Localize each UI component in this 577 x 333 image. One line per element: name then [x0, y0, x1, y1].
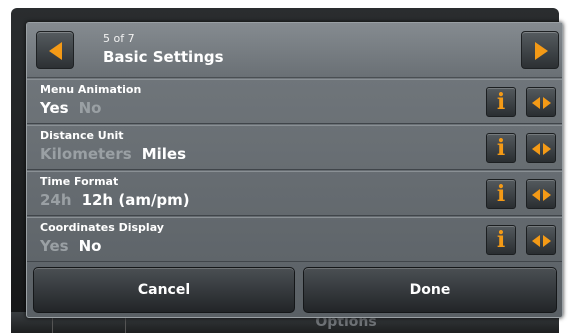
setting-label: Time Format: [40, 175, 119, 188]
setting-values: Yes No: [40, 237, 111, 255]
info-button[interactable]: i: [486, 179, 516, 209]
toggle-button[interactable]: [526, 133, 556, 163]
device-screen: Options 5 of 7 Basic Settings Menu Anima…: [0, 0, 577, 333]
setting-row-coordinates-display[interactable]: Coordinates Display Yes No i: [27, 217, 562, 262]
toggle-right-icon: [543, 235, 551, 247]
done-button[interactable]: Done: [303, 267, 557, 313]
chevron-right-icon: [535, 42, 548, 60]
option-no[interactable]: No: [79, 99, 102, 117]
info-button[interactable]: i: [486, 133, 516, 163]
setting-row-time-format[interactable]: Time Format 24h 12h (am/pm) i: [27, 171, 562, 216]
option-24h[interactable]: 24h: [40, 191, 72, 209]
cancel-button[interactable]: Cancel: [33, 267, 295, 313]
toggle-right-icon: [543, 189, 551, 201]
setting-row-menu-animation[interactable]: Menu Animation Yes No i: [27, 79, 562, 124]
previous-page-button[interactable]: [36, 31, 74, 69]
info-icon: i: [496, 89, 506, 115]
chevron-left-icon: [49, 42, 62, 60]
option-kilometers[interactable]: Kilometers: [40, 145, 132, 163]
toggle-left-icon: [532, 97, 540, 109]
next-page-button[interactable]: [521, 31, 559, 69]
setting-values: Kilometers Miles: [40, 145, 196, 163]
dialog-header: 5 of 7 Basic Settings: [27, 23, 562, 78]
option-yes-selected[interactable]: Yes: [40, 99, 69, 117]
option-12h-selected[interactable]: 12h (am/pm): [82, 191, 190, 209]
setting-values: Yes No: [40, 99, 111, 117]
toggle-right-icon: [543, 97, 551, 109]
page-title: Basic Settings: [103, 48, 224, 66]
option-no-selected[interactable]: No: [79, 237, 102, 255]
setting-values: 24h 12h (am/pm): [40, 191, 200, 209]
toggle-button[interactable]: [526, 179, 556, 209]
setting-label: Coordinates Display: [40, 221, 164, 234]
toggle-button[interactable]: [526, 87, 556, 117]
setting-label: Distance Unit: [40, 129, 124, 142]
toggle-left-icon: [532, 143, 540, 155]
toggle-left-icon: [532, 189, 540, 201]
option-yes[interactable]: Yes: [40, 237, 69, 255]
info-button[interactable]: i: [486, 225, 516, 255]
option-miles-selected[interactable]: Miles: [142, 145, 186, 163]
settings-dialog: 5 of 7 Basic Settings Menu Animation Yes…: [26, 22, 563, 318]
info-button[interactable]: i: [486, 87, 516, 117]
setting-row-distance-unit[interactable]: Distance Unit Kilometers Miles i: [27, 125, 562, 170]
info-icon: i: [496, 135, 506, 161]
page-counter: 5 of 7: [103, 32, 135, 45]
info-icon: i: [496, 181, 506, 207]
setting-label: Menu Animation: [40, 83, 142, 96]
toggle-left-icon: [532, 235, 540, 247]
toggle-button[interactable]: [526, 225, 556, 255]
toggle-right-icon: [543, 143, 551, 155]
info-icon: i: [496, 227, 506, 253]
